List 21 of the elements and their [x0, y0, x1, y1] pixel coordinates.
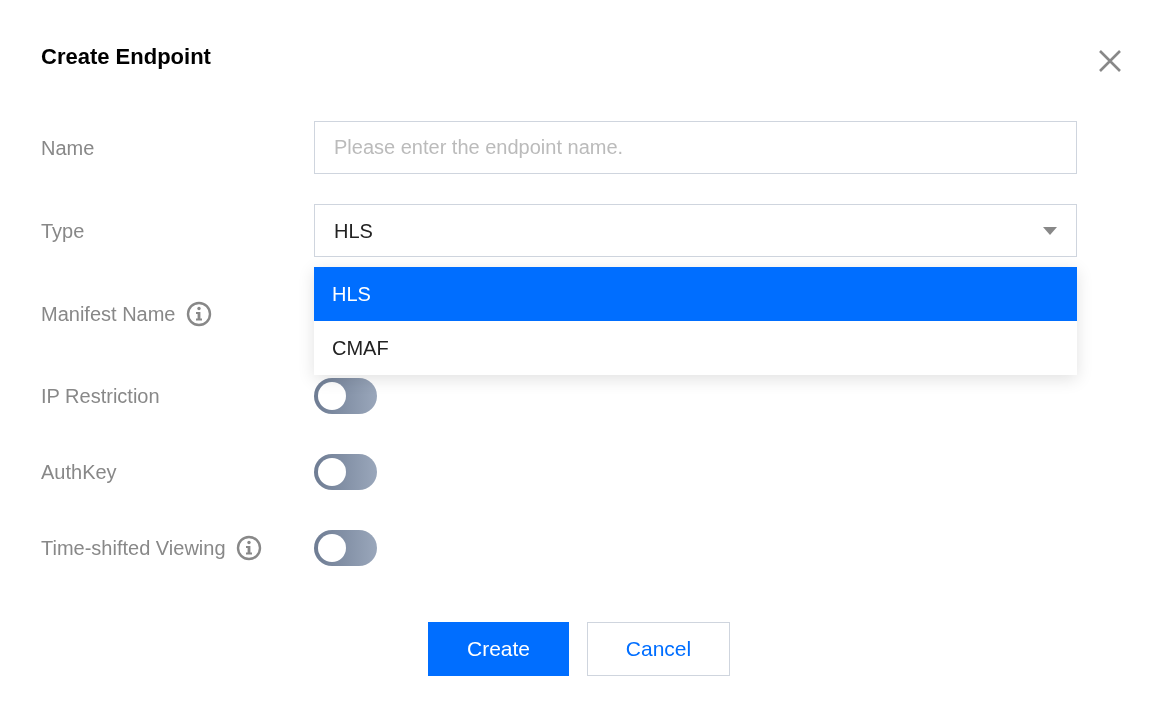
field-label: Manifest Name: [41, 301, 176, 327]
dialog-title: Create Endpoint: [41, 43, 212, 71]
close-button[interactable]: [1098, 48, 1122, 72]
field-label: IP Restriction: [41, 384, 160, 409]
create-button[interactable]: Create: [428, 622, 569, 676]
field-label: Name: [41, 135, 95, 161]
toggle-switch[interactable]: [314, 378, 377, 414]
toggle-switch[interactable]: [314, 530, 377, 566]
close-icon: [1098, 48, 1122, 73]
dropdown-option[interactable]: HLS: [314, 267, 1077, 321]
info-icon[interactable]: [185, 300, 212, 327]
field-label: Type: [41, 218, 85, 244]
dropdown-option[interactable]: CMAF: [314, 321, 1077, 375]
field-label: Time-shifted Viewing: [41, 536, 226, 561]
field-label: AuthKey: [41, 460, 117, 485]
toggle-switch[interactable]: [314, 454, 377, 490]
info-icon[interactable]: [235, 535, 262, 561]
cancel-button[interactable]: Cancel: [587, 622, 730, 676]
caret-icon: [1043, 226, 1057, 235]
type-select[interactable]: HLS: [314, 204, 1077, 257]
name-input-field[interactable]: Please enter the endpoint name.: [314, 121, 1077, 174]
